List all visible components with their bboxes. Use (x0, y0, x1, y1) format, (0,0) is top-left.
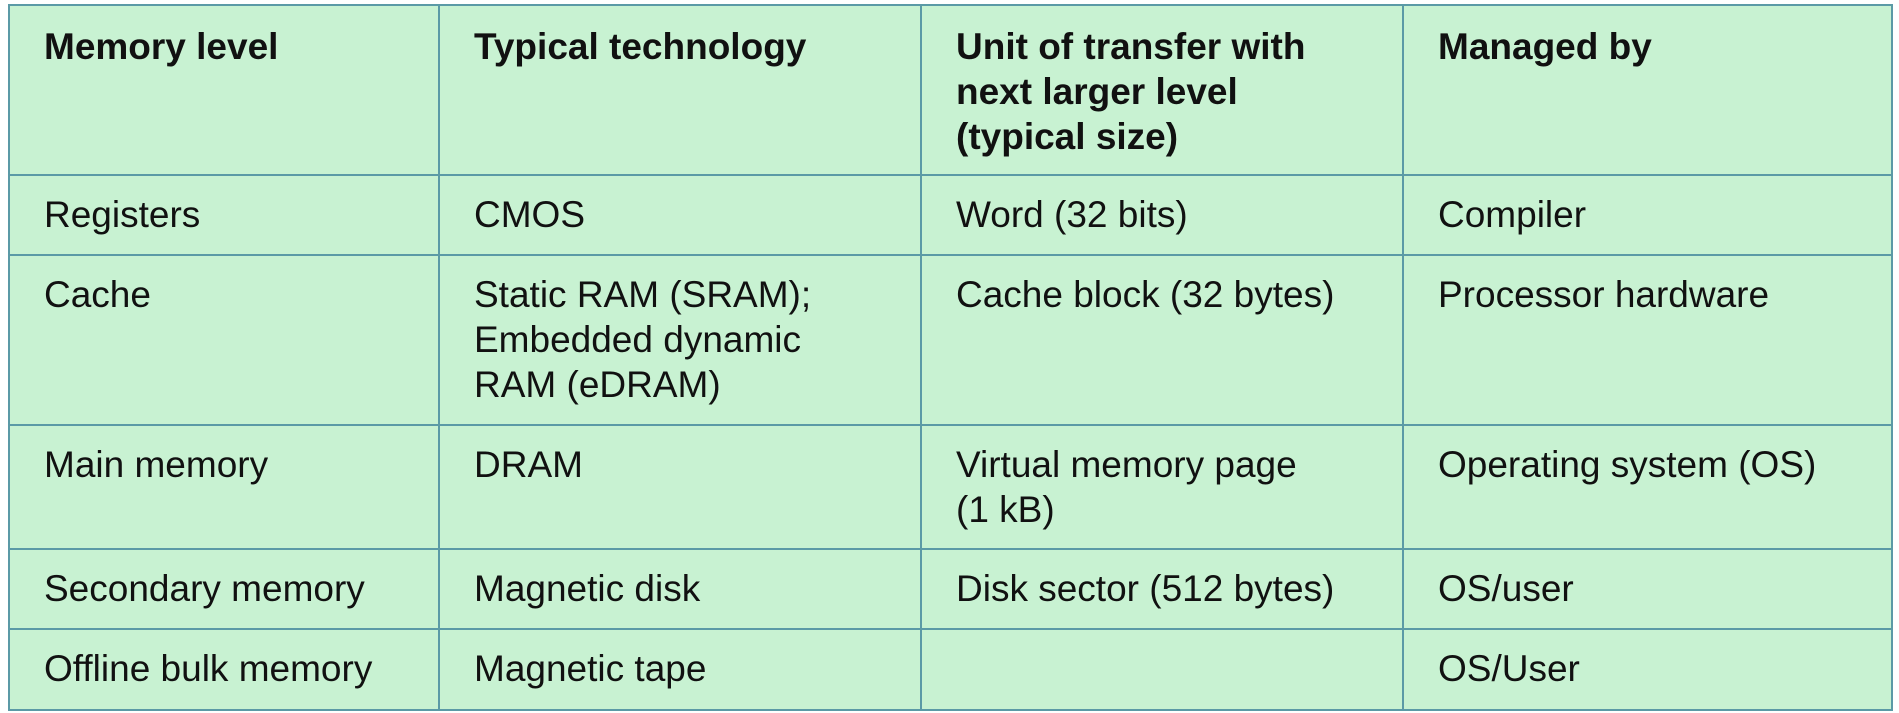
cell-typical-technology: Static RAM (SRAM); Embedded dynamic RAM … (438, 254, 922, 426)
table-row: Secondary memory Magnetic disk Disk sect… (8, 548, 1893, 630)
header-memory-level: Memory level (8, 4, 440, 176)
header-typical-technology: Typical technology (438, 4, 922, 176)
table-header-row: Memory level Typical technology Unit of … (8, 4, 1893, 176)
cell-typical-technology: CMOS (438, 174, 922, 256)
cell-typical-technology: Magnetic tape (438, 628, 922, 711)
cell-memory-level: Cache (8, 254, 440, 426)
cell-memory-level: Registers (8, 174, 440, 256)
cell-unit-of-transfer: Cache block (32 bytes) (920, 254, 1404, 426)
table-row: Cache Static RAM (SRAM); Embedded dynami… (8, 254, 1893, 426)
cell-unit-of-transfer (920, 628, 1404, 711)
table-row: Main memory DRAM Virtual memory page (1 … (8, 424, 1893, 550)
cell-unit-of-transfer: Virtual memory page (1 kB) (920, 424, 1404, 550)
cell-memory-level: Offline bulk memory (8, 628, 440, 711)
cell-memory-level: Secondary memory (8, 548, 440, 630)
memory-hierarchy-table-container: Memory level Typical technology Unit of … (8, 4, 1893, 711)
table-row: Registers CMOS Word (32 bits) Compiler (8, 174, 1893, 256)
cell-memory-level: Main memory (8, 424, 440, 550)
cell-typical-technology: Magnetic disk (438, 548, 922, 630)
cell-managed-by: OS/User (1402, 628, 1893, 711)
cell-unit-of-transfer: Word (32 bits) (920, 174, 1404, 256)
cell-managed-by: Operating system (OS) (1402, 424, 1893, 550)
cell-managed-by: OS/user (1402, 548, 1893, 630)
cell-typical-technology: DRAM (438, 424, 922, 550)
header-managed-by: Managed by (1402, 4, 1893, 176)
memory-hierarchy-table: Memory level Typical technology Unit of … (8, 4, 1893, 711)
table-row: Offline bulk memory Magnetic tape OS/Use… (8, 628, 1893, 711)
cell-managed-by: Compiler (1402, 174, 1893, 256)
cell-managed-by: Processor hardware (1402, 254, 1893, 426)
cell-unit-of-transfer: Disk sector (512 bytes) (920, 548, 1404, 630)
header-unit-of-transfer: Unit of transfer with next larger level … (920, 4, 1404, 176)
